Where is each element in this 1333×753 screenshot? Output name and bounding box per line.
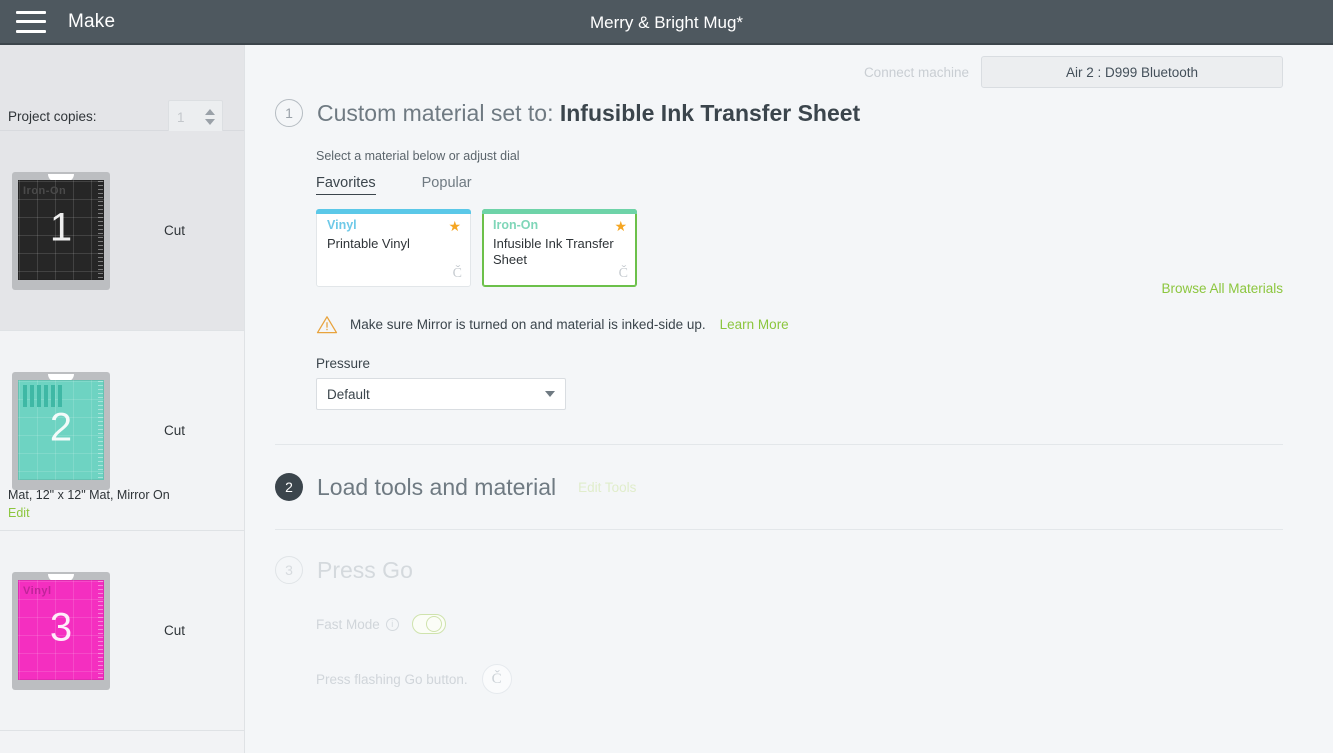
mat-ruler bbox=[98, 580, 103, 679]
cricut-logo-icon: Č bbox=[452, 266, 462, 281]
fast-mode-row: Fast Mode i bbox=[316, 614, 1333, 634]
section-divider bbox=[275, 444, 1283, 445]
mat-ruler bbox=[98, 180, 103, 279]
mat-thumbnail[interactable]: 2 bbox=[12, 371, 110, 490]
document-title: Merry & Bright Mug* bbox=[589, 12, 744, 32]
step-2-header: 2 Load tools and material Edit Tools bbox=[246, 473, 1333, 501]
hamburger-menu-icon[interactable] bbox=[16, 10, 46, 33]
chevron-down-icon bbox=[545, 391, 555, 397]
step-3-body: Fast Mode i Press flashing Go button. Č bbox=[246, 614, 1333, 694]
pressure-selected-value: Default bbox=[327, 386, 370, 402]
project-copies-panel: Project copies: 1 Apply bbox=[0, 45, 244, 163]
fast-mode-label: Fast Mode bbox=[316, 616, 380, 632]
project-copies-stepper[interactable]: 1 bbox=[168, 100, 223, 134]
press-go-text: Press flashing Go button. bbox=[316, 671, 468, 687]
step-1-body: Select a material below or adjust dial F… bbox=[246, 149, 1333, 410]
tab-favorites[interactable]: Favorites bbox=[316, 175, 376, 195]
section-divider bbox=[275, 529, 1283, 530]
step-2-section: 2 Load tools and material Edit Tools bbox=[246, 473, 1333, 501]
cricut-logo-icon: Č bbox=[618, 266, 628, 281]
mat-row[interactable]: Vinyl 3 Cut bbox=[0, 531, 244, 731]
step-1-header: 1 Custom material set to: Infusible Ink … bbox=[246, 99, 1333, 127]
mat-settings-text: Mat, 12" x 12" Mat, Mirror On bbox=[8, 488, 170, 502]
mat-thumbnail[interactable]: Vinyl 3 bbox=[12, 571, 110, 690]
mat-action-label: Cut bbox=[164, 623, 186, 638]
card-material-name: Infusible Ink Transfer Sheet bbox=[493, 236, 614, 267]
material-cards: Vinyl ★ Printable Vinyl Č Iron-On ★ Infu… bbox=[316, 209, 1333, 287]
mat-artwork: Vinyl bbox=[23, 584, 52, 597]
card-category: Iron-On bbox=[493, 218, 539, 232]
material-card-iron-on[interactable]: Iron-On ★ Infusible Ink Transfer Sheet Č bbox=[482, 209, 637, 287]
mat-row[interactable]: 2 Cut Mat, 12" x 12" Mat, Mirror On Edit bbox=[0, 331, 244, 531]
fast-mode-toggle[interactable] bbox=[411, 614, 446, 634]
mat-preview: Iron-On 1 bbox=[18, 179, 104, 280]
favorite-star-icon[interactable]: ★ bbox=[448, 218, 461, 235]
project-copies-label: Project copies: bbox=[8, 109, 97, 124]
card-accent-bar bbox=[316, 209, 471, 214]
stepper-arrows[interactable] bbox=[201, 109, 219, 125]
step-1-title-prefix: Custom material set to: bbox=[317, 99, 554, 126]
material-helper-text: Select a material below or adjust dial bbox=[316, 149, 520, 163]
step-1-badge: 1 bbox=[275, 99, 303, 127]
mirror-warning-text: Make sure Mirror is turned on and materi… bbox=[350, 317, 706, 332]
favorite-star-icon[interactable]: ★ bbox=[614, 218, 627, 235]
mat-action-label: Cut bbox=[164, 223, 186, 238]
press-go-row: Press flashing Go button. Č bbox=[316, 664, 1333, 694]
mats-sidebar: Project copies: 1 Apply Iron-On 1 Cut bbox=[0, 45, 245, 753]
mat-ruler bbox=[98, 380, 103, 479]
pressure-select[interactable]: Default bbox=[316, 378, 566, 410]
mat-number: 2 bbox=[49, 404, 73, 449]
step-1-material-name: Infusible Ink Transfer Sheet bbox=[559, 99, 861, 126]
step-1-title: Custom material set to: Infusible Ink Tr… bbox=[317, 100, 860, 127]
mat-artwork bbox=[23, 384, 62, 407]
step-3-title: Press Go bbox=[317, 556, 413, 583]
mat-row[interactable]: Iron-On 1 Cut bbox=[0, 131, 244, 331]
step-2-title: Load tools and material bbox=[317, 473, 557, 500]
mat-settings-summary: Mat, 12" x 12" Mat, Mirror On Edit bbox=[8, 488, 170, 520]
mat-preview: Vinyl 3 bbox=[18, 579, 104, 680]
app-label: Make bbox=[68, 10, 116, 32]
mat-number: 1 bbox=[49, 204, 73, 249]
step-3-section: 3 Press Go Fast Mode i Press flashing Go… bbox=[246, 556, 1333, 694]
material-card-vinyl[interactable]: Vinyl ★ Printable Vinyl Č bbox=[316, 209, 471, 287]
machine-select-button[interactable]: Air 2 : D999 Bluetooth bbox=[981, 56, 1283, 88]
card-material-name: Printable Vinyl bbox=[327, 236, 410, 251]
mat-action-label: Cut bbox=[164, 423, 186, 438]
go-button[interactable]: Č bbox=[481, 664, 512, 694]
mat-number: 3 bbox=[49, 604, 73, 649]
mat-artwork: Iron-On bbox=[23, 184, 67, 197]
mat-thumbnail[interactable]: Iron-On 1 bbox=[12, 171, 110, 290]
mat-preview: 2 bbox=[18, 379, 104, 480]
stepper-down-icon[interactable] bbox=[205, 119, 215, 125]
learn-more-link[interactable]: Learn More bbox=[720, 317, 789, 332]
card-category: Vinyl bbox=[327, 218, 357, 232]
step-2-badge: 2 bbox=[275, 473, 303, 501]
tab-popular[interactable]: Popular bbox=[422, 175, 472, 194]
stepper-up-icon[interactable] bbox=[205, 109, 215, 115]
toggle-knob bbox=[425, 616, 442, 632]
material-tabs: Favorites Popular bbox=[316, 175, 1333, 195]
app-header: Make Merry & Bright Mug* bbox=[0, 0, 1333, 45]
mirror-warning: Make sure Mirror is turned on and materi… bbox=[316, 315, 1333, 334]
browse-all-materials-link[interactable]: Browse All Materials bbox=[1161, 281, 1283, 296]
warning-triangle-icon bbox=[316, 316, 338, 334]
edit-mat-link[interactable]: Edit bbox=[8, 506, 170, 520]
project-copies-input[interactable]: 1 bbox=[169, 110, 201, 125]
make-main-panel: Connect machine Air 2 : D999 Bluetooth 1… bbox=[246, 45, 1333, 753]
pressure-label: Pressure bbox=[316, 356, 371, 371]
edit-tools-link[interactable]: Edit Tools bbox=[578, 480, 636, 495]
info-icon[interactable]: i bbox=[385, 617, 399, 631]
card-accent-bar bbox=[482, 209, 637, 214]
step-1-section: 1 Custom material set to: Infusible Ink … bbox=[246, 99, 1333, 410]
step-3-header: 3 Press Go bbox=[246, 556, 1333, 584]
connect-machine-label: Connect machine bbox=[863, 64, 969, 80]
connect-machine-bar: Connect machine Air 2 : D999 Bluetooth bbox=[246, 45, 1333, 99]
make-screen: Make Merry & Bright Mug* Project copies:… bbox=[0, 0, 1333, 753]
step-3-badge: 3 bbox=[275, 556, 303, 584]
